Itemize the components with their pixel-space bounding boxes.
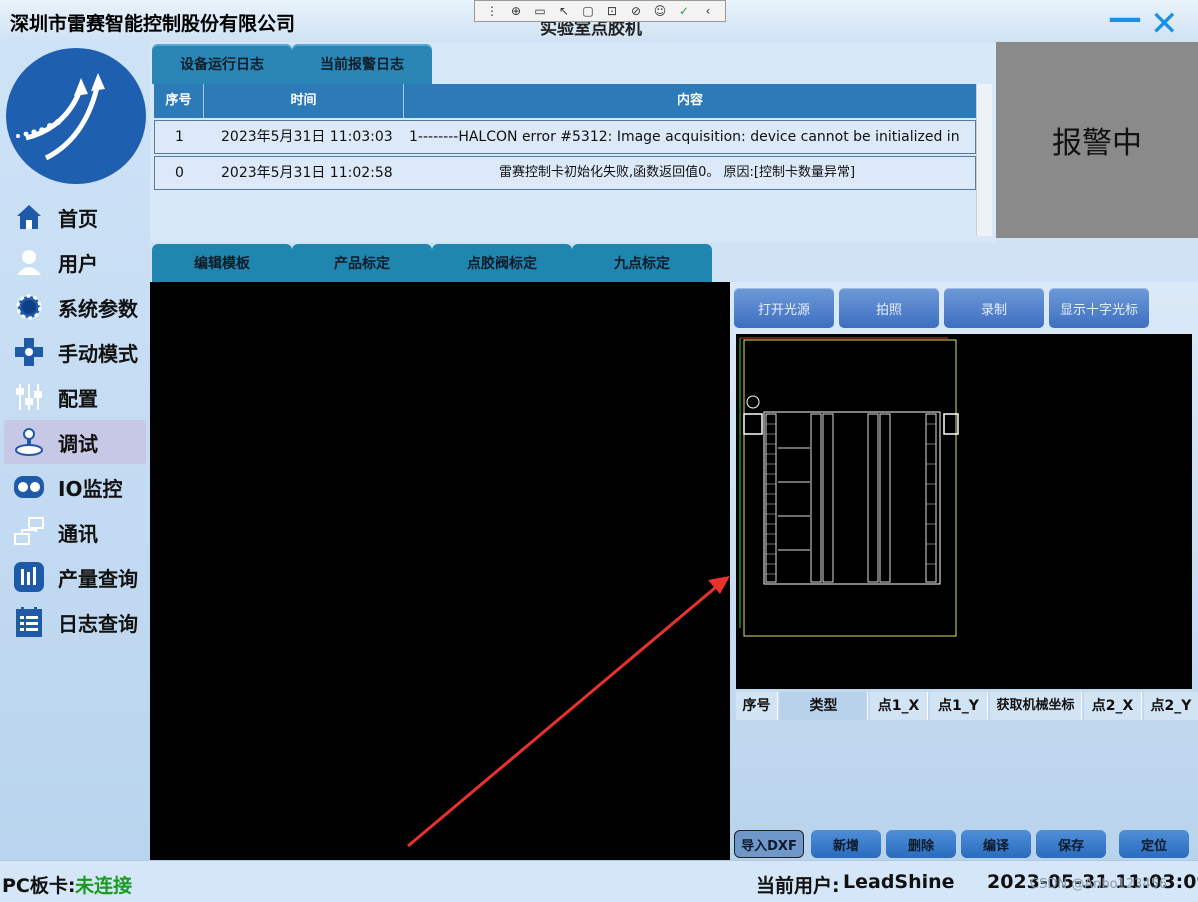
template-canvas[interactable] [150, 282, 730, 860]
bar-icon [12, 560, 46, 594]
sidebar-item-debug[interactable]: 调试 [4, 420, 146, 464]
col-p2y: 点2_Y [1144, 692, 1198, 720]
io-icon [12, 470, 46, 504]
col-index: 序号 [736, 692, 778, 720]
locate-button[interactable]: 定位 [1119, 830, 1189, 858]
row-index: 0 [175, 165, 184, 181]
row-content: 雷赛控制卡初始化失败,函数返回值0。 原因:[控制卡数量异常] [499, 165, 856, 180]
annotation-arrow [407, 576, 730, 848]
card-status-label: PC板卡: [2, 875, 76, 897]
tab-valve-calibration[interactable]: 点胶阀标定 [432, 244, 572, 282]
col-p2x: 点2_X [1084, 692, 1142, 720]
sidebar-item-communication[interactable]: 通讯 [4, 510, 146, 554]
sidebar-item-production[interactable]: 产量查询 [4, 555, 146, 599]
row-time: 2023年5月31日 11:03:03 [221, 129, 393, 145]
row-index: 1 [175, 129, 184, 145]
import-dxf-button[interactable]: 导入DXF [734, 830, 804, 858]
save-button[interactable]: 保存 [1036, 830, 1106, 858]
sidebar-item-log-query[interactable]: 日志查询 [4, 600, 146, 644]
tab-device-log[interactable]: 设备运行日志 [152, 44, 292, 84]
table-row[interactable]: 1 2023年5月31日 11:03:03 1--------HALCON er… [154, 120, 976, 154]
compile-button[interactable]: 编译 [961, 830, 1031, 858]
sidebar-item-system-params[interactable]: 系统参数 [4, 285, 146, 329]
log-icon [12, 605, 46, 639]
col-p1x: 点1_X [870, 692, 928, 720]
accessibility-icon[interactable]: ☺ [651, 4, 669, 18]
sliders-icon [12, 380, 46, 414]
sidebar-item-home[interactable]: 首页 [4, 195, 146, 239]
dxf-drawing [739, 337, 959, 637]
sidebar-item-manual-mode[interactable]: 手动模式 [4, 330, 146, 374]
title-bar: 深圳市雷赛智能控制股份有限公司 实验室点胶机 ⋮ ⊕ ▭ ↖ ▢ ⊡ ⊘ ☺ ✓… [0, 0, 1198, 44]
log-panel: 设备运行日志 当前报警日志 序号 时间 内容 1 2023年5月31日 11:0… [150, 42, 996, 242]
select-element-icon[interactable]: ↖ [555, 4, 573, 18]
sidebar-item-user[interactable]: 用户 [4, 240, 146, 284]
sidebar-item-config[interactable]: 配置 [4, 375, 146, 419]
network-icon [12, 515, 46, 549]
tab-product-calibration[interactable]: 产品标定 [292, 244, 432, 282]
gear-icon [12, 290, 46, 324]
col-type: 类型 [780, 692, 868, 720]
binding-icon[interactable]: ⊘ [627, 4, 645, 18]
live-tree-icon[interactable]: ⊕ [507, 4, 525, 18]
collapse-icon[interactable]: ‹ [699, 4, 717, 18]
display-adorners-icon[interactable]: ▢ [579, 4, 597, 18]
current-user-label: 当前用户: [756, 875, 840, 897]
record-button[interactable]: 录制 [944, 288, 1044, 328]
check-icon[interactable]: ✓ [675, 4, 693, 18]
home-icon [12, 200, 46, 234]
open-light-button[interactable]: 打开光源 [734, 288, 834, 328]
camera-panel: 打开光源 拍照 录制 显示十字光标 序号 类型 点1_X 点1_Y 获取机械坐标… [730, 282, 1198, 860]
delete-button[interactable]: 删除 [886, 830, 956, 858]
tab-alarm-log[interactable]: 当前报警日志 [292, 44, 432, 84]
log-table-header: 序号 时间 内容 [154, 84, 976, 118]
col-index: 序号 [154, 84, 204, 118]
row-time: 2023年5月31日 11:02:58 [221, 165, 393, 181]
status-bar: PC板卡: 未连接 当前用户: LeadShine 2023-05-31 11:… [0, 860, 1198, 902]
grip-icon: ⋮ [486, 4, 498, 18]
debug-toolbar: ⋮ ⊕ ▭ ↖ ▢ ⊡ ⊘ ☺ ✓ ‹ [474, 0, 726, 22]
dpad-icon [12, 335, 46, 369]
col-time: 时间 [204, 84, 404, 118]
joystick-icon [12, 425, 46, 459]
track-focus-icon[interactable]: ⊡ [603, 4, 621, 18]
col-p1y: 点1_Y [930, 692, 988, 720]
tab-edit-template[interactable]: 编辑模板 [152, 244, 292, 282]
minimize-button[interactable]: — [1108, 0, 1142, 38]
table-row[interactable]: 0 2023年5月31日 11:02:58 雷赛控制卡初始化失败,函数返回值0。… [154, 156, 976, 190]
tab-nine-point-calibration[interactable]: 九点标定 [572, 244, 712, 282]
capture-button[interactable]: 拍照 [839, 288, 939, 328]
close-button[interactable]: ✕ [1150, 4, 1179, 44]
points-table-header: 序号 类型 点1_X 点1_Y 获取机械坐标 点2_X 点2_Y [736, 692, 1198, 720]
alarm-indicator: 报警中 [996, 42, 1198, 238]
camera-view[interactable] [736, 334, 1192, 689]
current-user-value: LeadShine [843, 871, 955, 893]
col-content: 内容 [676, 93, 703, 108]
watermark: CSDN @Anbo123456 [1030, 877, 1168, 892]
sidebar: 首页 用户 系统参数 手动模式 配置 调试 IO监控 通讯 产量查询 日志查询 [0, 42, 150, 860]
col-get-machine-coord: 获取机械坐标 [990, 692, 1082, 720]
sidebar-item-io-monitor[interactable]: IO监控 [4, 465, 146, 509]
log-scrollbar[interactable] [976, 84, 992, 236]
user-icon [12, 245, 46, 279]
add-button[interactable]: 新增 [811, 830, 881, 858]
record-icon[interactable]: ▭ [531, 4, 549, 18]
card-status-value: 未连接 [75, 875, 133, 897]
crosshair-button[interactable]: 显示十字光标 [1049, 288, 1149, 328]
function-tabs: 编辑模板 产品标定 点胶阀标定 九点标定 [150, 242, 730, 282]
row-content: 1--------HALCON error #5312: Image acqui… [409, 129, 960, 145]
logo [6, 48, 146, 184]
company-name: 深圳市雷赛智能控制股份有限公司 [10, 13, 296, 35]
